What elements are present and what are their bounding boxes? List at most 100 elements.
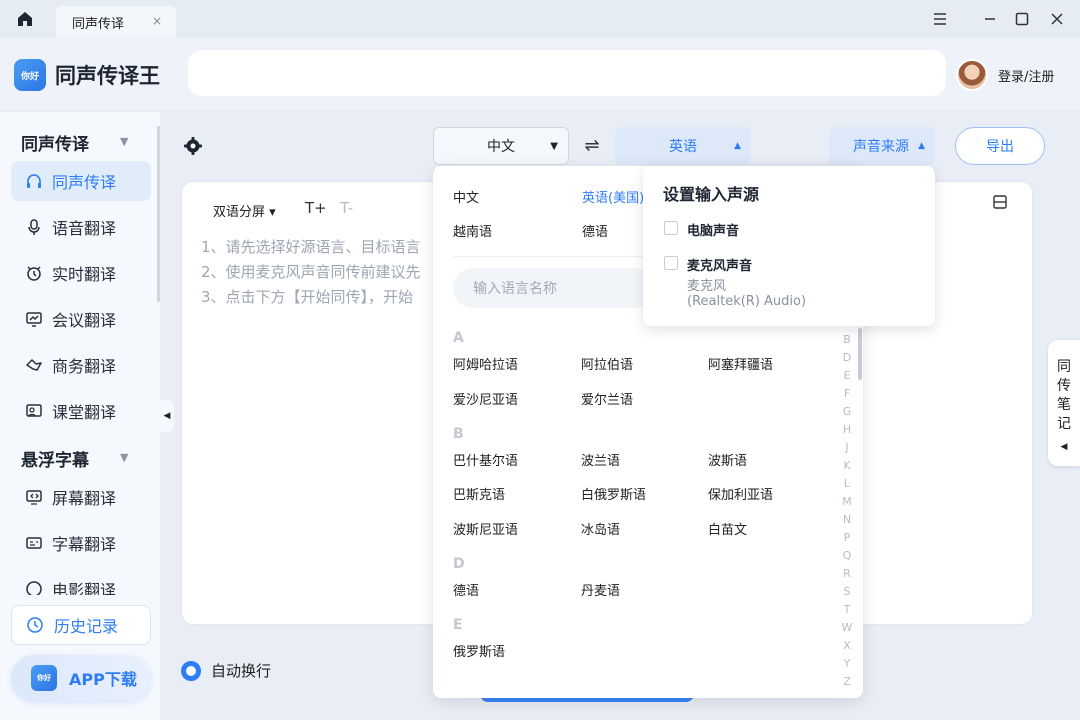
sidebar-item-realtime[interactable]: 实时翻译 <box>11 253 151 293</box>
alphabet-index-letter[interactable]: S <box>838 585 856 598</box>
alphabet-index-letter[interactable]: E <box>838 369 856 382</box>
alphabet-index-letter[interactable]: M <box>838 495 856 508</box>
minimize-icon[interactable] <box>980 9 1000 29</box>
tab-close-icon[interactable]: × <box>152 14 162 28</box>
alphabet-index-letter[interactable]: Q <box>838 549 856 562</box>
presentation-icon <box>25 310 43 328</box>
checkbox-computer-sound[interactable] <box>664 221 678 235</box>
microphone-icon <box>25 218 43 236</box>
film-icon <box>25 580 43 595</box>
dropdown-scrollbar[interactable] <box>858 328 862 380</box>
side-notes-tab[interactable]: 同 传 笔 记 ◀ <box>1048 340 1080 466</box>
login-link[interactable]: 登录/注册 <box>998 66 1054 85</box>
letter-header: B <box>453 426 464 442</box>
lang-option[interactable]: 冰岛语 <box>581 519 620 538</box>
alphabet-index-letter[interactable]: K <box>838 459 856 472</box>
close-window-icon[interactable] <box>1047 9 1067 29</box>
source-language-select[interactable]: 中文 ▼ <box>433 127 569 165</box>
auto-wrap-toggle[interactable]: 自动换行 <box>181 660 271 681</box>
tab-simultaneous[interactable]: 同声传译 × <box>56 6 176 38</box>
alphabet-index-letter[interactable]: Y <box>838 657 856 670</box>
alphabet-index-letter[interactable]: P <box>838 531 856 544</box>
font-increase-icon[interactable]: T+ <box>305 199 327 217</box>
gear-icon[interactable] <box>182 135 204 157</box>
alphabet-index-letter[interactable]: G <box>838 405 856 418</box>
lang-option-selected[interactable]: 英语(美国) <box>582 187 644 206</box>
header-search-bar[interactable] <box>188 50 946 96</box>
chevron-down-icon[interactable]: ▼ <box>120 135 128 148</box>
alphabet-index-letter[interactable]: B <box>838 333 856 346</box>
target-language-select[interactable]: 英语 ▲ <box>615 127 751 165</box>
checkbox-microphone[interactable] <box>664 256 678 270</box>
alphabet-index-letter[interactable]: H <box>838 423 856 436</box>
lang-option[interactable]: 白苗文 <box>708 519 747 538</box>
alphabet-index-letter[interactable]: R <box>838 567 856 580</box>
lang-option[interactable]: 阿姆哈拉语 <box>453 354 518 373</box>
chevron-down-icon[interactable]: ▼ <box>120 451 128 464</box>
letter-header: A <box>453 330 464 346</box>
sidebar-item-simultaneous[interactable]: 同声传译 <box>11 161 151 201</box>
alphabet-index-letter[interactable]: W <box>838 621 856 634</box>
lang-option[interactable]: 俄罗斯语 <box>453 641 505 660</box>
popup-title: 设置输入声源 <box>663 185 760 204</box>
sidebar-item-meeting[interactable]: 会议翻译 <box>11 299 151 339</box>
alphabet-index-letter[interactable]: T <box>838 603 856 616</box>
lang-option[interactable]: 越南语 <box>453 221 492 240</box>
split-view-icon[interactable] <box>992 194 1008 210</box>
lang-option[interactable]: 德语 <box>582 221 608 240</box>
screen-icon <box>25 488 43 506</box>
sidebar-section-simultaneous[interactable]: 同声传译 <box>21 130 89 155</box>
alphabet-index-letter[interactable]: D <box>838 351 856 364</box>
export-button[interactable]: 导出 <box>955 127 1045 165</box>
sidebar-item-screen[interactable]: 屏幕翻译 <box>11 477 151 517</box>
sidebar-section-subtitles[interactable]: 悬浮字幕 <box>21 446 89 471</box>
collapse-sidebar-icon[interactable]: ◀ <box>160 400 174 432</box>
bilingual-split-dropdown[interactable]: 双语分屏 ▾ <box>213 201 276 220</box>
alphabet-index-letter[interactable]: J <box>838 441 856 454</box>
lang-option[interactable]: 白俄罗斯语 <box>581 484 646 503</box>
home-icon[interactable] <box>14 8 36 30</box>
lang-option[interactable]: 爱沙尼亚语 <box>453 389 518 408</box>
alphabet-index-letter[interactable]: N <box>838 513 856 526</box>
chevron-down-icon: ▼ <box>550 140 558 152</box>
alphabet-index-letter[interactable]: Z <box>838 675 856 688</box>
teacher-icon <box>25 402 43 420</box>
lang-option[interactable]: 德语 <box>453 580 479 599</box>
lang-option[interactable]: 中文 <box>453 187 479 206</box>
lang-option[interactable]: 波兰语 <box>581 450 620 469</box>
sidebar-scrollbar[interactable] <box>157 126 160 302</box>
lang-option[interactable]: 巴斯克语 <box>453 484 505 503</box>
expand-left-icon: ◀ <box>1060 442 1068 452</box>
sidebar-clip: 电影翻译 <box>0 579 160 595</box>
lang-option[interactable]: 丹麦语 <box>581 580 620 599</box>
font-decrease-icon[interactable]: T- <box>340 199 353 217</box>
language-search-input[interactable]: 输入语言名称 <box>453 268 653 308</box>
lang-option[interactable]: 爱尔兰语 <box>581 389 633 408</box>
option-microphone[interactable]: 麦克风声音 <box>687 255 752 274</box>
lang-option[interactable]: 波斯语 <box>708 450 747 469</box>
sidebar-item-movie[interactable]: 电影翻译 <box>11 579 151 595</box>
maximize-icon[interactable] <box>1012 9 1032 29</box>
lang-option[interactable]: 阿拉伯语 <box>581 354 633 373</box>
lang-option[interactable]: 巴什基尔语 <box>453 450 518 469</box>
sidebar-item-subtitle[interactable]: 字幕翻译 <box>11 523 151 563</box>
alphabet-index-letter[interactable]: F <box>838 387 856 400</box>
lang-option[interactable]: 保加利亚语 <box>708 484 773 503</box>
swap-languages-icon[interactable]: ⇌ <box>582 135 602 156</box>
alphabet-index-letter[interactable]: L <box>838 477 856 490</box>
sidebar-item-classroom[interactable]: 课堂翻译 <box>11 391 151 431</box>
history-button[interactable]: 历史记录 <box>11 605 151 645</box>
sidebar-item-voice[interactable]: 语音翻译 <box>11 207 151 247</box>
sidebar-item-business[interactable]: 商务翻译 <box>11 345 151 385</box>
sound-source-button[interactable]: 声音来源 ▲ <box>829 127 935 165</box>
avatar[interactable] <box>956 59 988 91</box>
app-download-button[interactable]: 你好 APP下载 <box>11 655 151 701</box>
lang-option[interactable]: 阿塞拜疆语 <box>708 354 773 373</box>
radio-checked-icon[interactable] <box>181 660 201 681</box>
microphone-device: (Realtek(R) Audio) <box>687 294 807 309</box>
alphabet-index-letter[interactable]: X <box>838 639 856 652</box>
lang-option[interactable]: 波斯尼亚语 <box>453 519 518 538</box>
option-computer-sound[interactable]: 电脑声音 <box>687 220 739 239</box>
menu-icon[interactable] <box>930 9 950 29</box>
hint-line: 3、点击下方【开始同传】，开始 <box>201 288 414 306</box>
